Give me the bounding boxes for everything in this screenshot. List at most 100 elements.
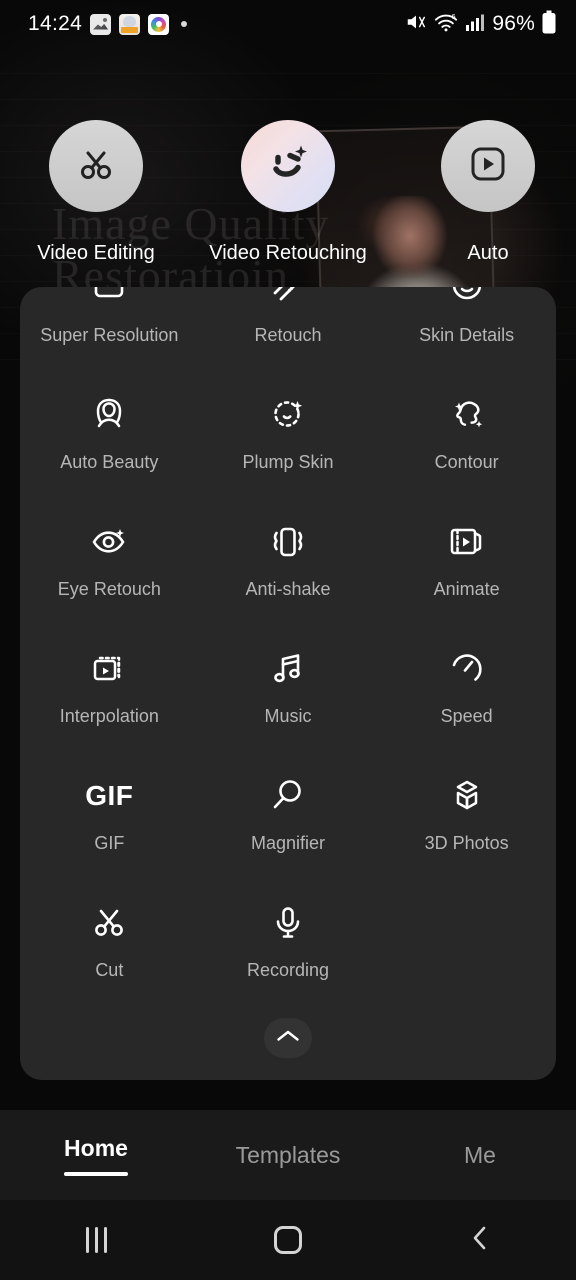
tool-label: Cut — [95, 960, 124, 980]
recents-icon — [85, 1227, 107, 1253]
status-bar: 14:24 6 96% — [0, 0, 576, 48]
status-clock: 14:24 — [28, 12, 83, 35]
tool-3d-photos[interactable]: 3D Photos — [377, 755, 556, 882]
quick-action-circle[interactable] — [49, 120, 143, 212]
tool-label: Super Resolution — [40, 325, 179, 345]
tool-label: Anti-shake — [245, 579, 331, 599]
tab-me[interactable]: Me — [384, 1110, 576, 1200]
tool-super-resolution[interactable]: Super Resolution — [20, 287, 199, 374]
svg-text:6: 6 — [452, 12, 456, 21]
music-note-icon — [265, 646, 311, 692]
battery-icon — [542, 10, 556, 39]
tab-home[interactable]: Home — [0, 1110, 192, 1200]
mute-icon — [405, 11, 427, 38]
quick-action-circle[interactable] — [241, 120, 335, 212]
tools-panel: Super Resolution Retouch Skin Details Au… — [20, 287, 556, 1080]
tool-label: Plump Skin — [242, 452, 334, 472]
speedometer-icon — [444, 646, 490, 692]
tool-label: Contour — [434, 452, 499, 472]
plump-skin-icon — [265, 392, 311, 438]
frame-interpolation-icon — [86, 646, 132, 692]
tool-music[interactable]: Music — [199, 628, 378, 755]
tool-label: Speed — [440, 706, 493, 726]
back-icon — [469, 1223, 491, 1258]
film-play-icon — [444, 519, 490, 565]
nav-home-button[interactable] — [192, 1226, 384, 1254]
tab-label: Templates — [235, 1141, 341, 1168]
bottom-tab-bar: Home Templates Me — [0, 1110, 576, 1200]
tool-label: Skin Details — [419, 325, 515, 345]
tool-label: 3D Photos — [424, 833, 509, 853]
smiley-sparkle-icon — [260, 136, 316, 197]
quick-action-label: Auto — [467, 242, 509, 264]
tool-speed[interactable]: Speed — [377, 628, 556, 755]
home-icon — [274, 1226, 302, 1254]
tool-label: Animate — [433, 579, 500, 599]
android-nav-bar — [0, 1200, 576, 1280]
scissors-icon — [74, 142, 118, 191]
battery-percent: 96% — [492, 12, 535, 35]
tool-interpolation[interactable]: Interpolation — [20, 628, 199, 755]
sticker-icon — [119, 13, 141, 35]
tool-label: GIF — [94, 833, 125, 853]
tool-plump-skin[interactable]: Plump Skin — [199, 374, 378, 501]
magnifier-icon — [265, 773, 311, 819]
quick-action-circle[interactable] — [441, 120, 535, 212]
status-bar-left: 14:24 — [28, 12, 188, 36]
tool-magnifier[interactable]: Magnifier — [199, 755, 378, 882]
quick-action-label: Video Editing — [37, 242, 155, 264]
tool-empty-slot — [377, 882, 556, 1009]
contour-icon — [444, 392, 490, 438]
status-bar-right: 6 96% — [405, 10, 556, 39]
tool-anti-shake[interactable]: Anti-shake — [199, 501, 378, 628]
tool-auto-beauty[interactable]: Auto Beauty — [20, 374, 199, 501]
cellular-signal-icon — [465, 12, 485, 37]
app-root: Image Quality Restoratioin 14:24 6 96% V… — [0, 0, 576, 1280]
tab-active-indicator — [64, 1171, 128, 1176]
tools-grid: Super Resolution Retouch Skin Details Au… — [20, 287, 556, 1009]
tool-animate[interactable]: Animate — [377, 501, 556, 628]
eye-sparkle-icon — [86, 519, 132, 565]
magic-wand-icon — [265, 287, 311, 311]
tool-label: Retouch — [254, 325, 322, 345]
photos-icon — [90, 13, 112, 35]
nav-recents-button[interactable] — [0, 1227, 192, 1253]
tool-label: Interpolation — [59, 706, 159, 726]
scissors-icon — [86, 900, 132, 946]
tool-gif[interactable]: GIF GIF — [20, 755, 199, 882]
auto-beauty-icon — [86, 392, 132, 438]
play-square-icon — [467, 143, 509, 190]
tool-label: Magnifier — [250, 833, 325, 853]
quick-actions-row: Video Editing Video Retouching Auto — [0, 120, 576, 265]
collapse-panel-button[interactable] — [264, 1018, 312, 1058]
tool-recording[interactable]: Recording — [199, 882, 378, 1009]
tab-templates[interactable]: Templates — [192, 1110, 384, 1200]
tool-cut[interactable]: Cut — [20, 882, 199, 1009]
gif-text-icon: GIF — [85, 773, 134, 819]
face-circle-icon — [444, 287, 490, 311]
microphone-icon — [265, 900, 311, 946]
quick-action-video-retouching[interactable]: Video Retouching — [192, 120, 384, 265]
dot-indicator-icon — [181, 21, 188, 27]
gif-glyph: GIF — [85, 780, 134, 811]
tool-label: Eye Retouch — [57, 579, 161, 599]
tab-label: Me — [464, 1141, 496, 1168]
tool-label: Recording — [246, 960, 330, 980]
quick-action-auto[interactable]: Auto — [384, 120, 576, 265]
quick-action-label: Video Retouching — [209, 242, 367, 264]
tab-label: Home — [64, 1134, 128, 1161]
tool-contour[interactable]: Contour — [377, 374, 556, 501]
tool-label: Auto Beauty — [60, 452, 159, 472]
chevron-up-icon — [275, 1028, 301, 1049]
quick-action-video-editing[interactable]: Video Editing — [0, 120, 192, 265]
super-resolution-icon — [86, 287, 132, 311]
anti-shake-icon — [265, 519, 311, 565]
camera-icon — [148, 13, 170, 35]
tool-skin-details[interactable]: Skin Details — [377, 287, 556, 374]
tool-label: Music — [264, 706, 312, 726]
cube-3d-icon — [444, 773, 490, 819]
tool-eye-retouch[interactable]: Eye Retouch — [20, 501, 199, 628]
tool-retouch[interactable]: Retouch — [199, 287, 378, 374]
wifi-6-icon: 6 — [434, 11, 458, 38]
nav-back-button[interactable] — [384, 1223, 576, 1258]
